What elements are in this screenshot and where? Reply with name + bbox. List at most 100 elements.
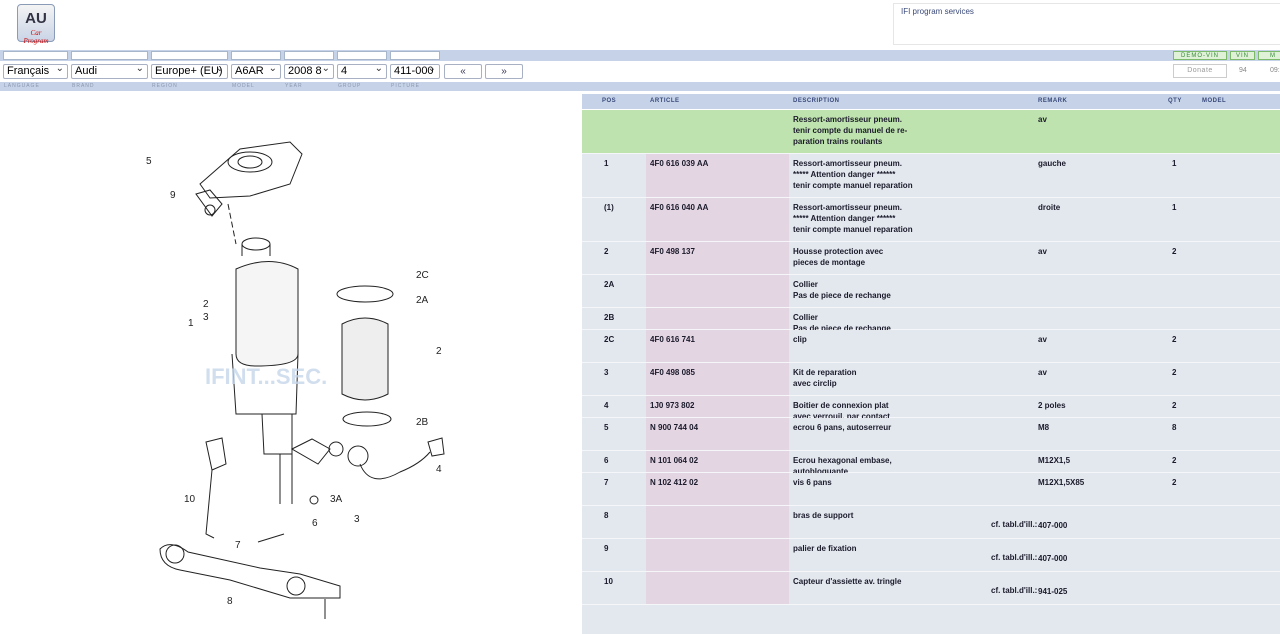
label-picture: PICTURE bbox=[391, 83, 420, 89]
remark-cell: droite bbox=[1038, 203, 1061, 212]
table-row[interactable]: 1 4F0 616 039 AA Ressort-amortisseur pneum… bbox=[582, 154, 1280, 198]
table-row[interactable]: 7 N 102 412 02 vis 6 pans M12X1,5X85 2 bbox=[582, 473, 1280, 506]
callout-5[interactable]: 5 bbox=[146, 156, 152, 167]
description-cell: Ressort-amortisseur pneum. ***** Attenti… bbox=[793, 203, 913, 234]
callout-2b[interactable]: 2B bbox=[416, 417, 429, 428]
article-number[interactable]: 4F0 616 040 AA bbox=[650, 202, 708, 213]
label-year: YEAR bbox=[285, 83, 303, 89]
table-row[interactable]: Ressort-amortisseur pneum. tenir compte … bbox=[582, 110, 1280, 154]
table-row[interactable]: 3 4F0 498 085 Kit de reparation avec circl… bbox=[582, 363, 1280, 396]
callout-3-left[interactable]: 3 bbox=[203, 312, 209, 323]
callout-2[interactable]: 2 bbox=[436, 346, 442, 357]
article-number[interactable]: 1J0 973 802 bbox=[650, 400, 695, 411]
callout-10[interactable]: 10 bbox=[184, 494, 196, 505]
callout-7[interactable]: 7 bbox=[235, 540, 241, 551]
cross-reference-label: cf. tabl.d'ill.: bbox=[991, 520, 1038, 529]
callout-6[interactable]: 6 bbox=[312, 518, 318, 529]
article-number[interactable]: 4F0 498 085 bbox=[650, 367, 695, 378]
remark-cell: 407-000 bbox=[1038, 521, 1068, 530]
article-number[interactable]: N 102 412 02 bbox=[650, 477, 698, 488]
qty-cell: 2 bbox=[1172, 247, 1177, 256]
parts-table-header: POS ARTICLE DESCRIPTION REMARK QTY MODEL bbox=[582, 94, 1280, 109]
callout-2c[interactable]: 2C bbox=[416, 270, 429, 281]
label-language: LANGUAGE bbox=[4, 83, 40, 89]
pos-cell: (1) bbox=[604, 203, 614, 212]
article-number[interactable]: 4F0 616 741 bbox=[650, 334, 695, 345]
qty-cell: 2 bbox=[1172, 456, 1177, 465]
pos-cell: 2C bbox=[604, 335, 615, 344]
language-select[interactable]: Français bbox=[3, 62, 68, 79]
article-cell[interactable] bbox=[646, 275, 789, 307]
description-cell: Housse protection avec pieces de montage bbox=[793, 247, 884, 267]
qty-cell: 1 bbox=[1172, 159, 1177, 168]
field-model-top[interactable] bbox=[231, 51, 281, 60]
table-row[interactable]: (1) 4F0 616 040 AA Ressort-amortisseur pne… bbox=[582, 198, 1280, 242]
region-select[interactable]: Europe+ (EU) bbox=[151, 62, 228, 79]
callout-4[interactable]: 4 bbox=[436, 464, 442, 475]
table-row[interactable]: 5 N 900 744 04 ecrou 6 pans, autoserreur M8… bbox=[582, 418, 1280, 451]
description-cell: Kit de reparation avec circlip bbox=[793, 368, 857, 388]
table-row[interactable]: 2 4F0 498 137 Housse protection avec piece… bbox=[582, 242, 1280, 275]
article-number[interactable]: 4F0 498 137 bbox=[650, 246, 695, 257]
callout-8[interactable]: 8 bbox=[227, 596, 233, 607]
field-year-top[interactable] bbox=[284, 51, 334, 60]
article-number[interactable]: 4F0 616 039 AA bbox=[650, 158, 708, 169]
article-cell[interactable] bbox=[646, 572, 789, 604]
callout-2a[interactable]: 2A bbox=[416, 295, 429, 306]
article-cell[interactable] bbox=[646, 110, 789, 153]
group-select[interactable]: 4 bbox=[337, 62, 387, 79]
field-group-top[interactable] bbox=[337, 51, 387, 60]
pos-cell: 2 bbox=[604, 247, 609, 256]
app-logo[interactable]: AU Car Program bbox=[17, 4, 55, 45]
label-bar bbox=[0, 82, 1280, 91]
vin-button[interactable]: VIN bbox=[1230, 51, 1255, 60]
header-description: DESCRIPTION bbox=[793, 98, 840, 104]
remark-cell: gauche bbox=[1038, 159, 1067, 168]
services-title[interactable]: IFI program services bbox=[901, 7, 974, 16]
field-brand-top[interactable] bbox=[71, 51, 148, 60]
picture-select[interactable]: 411-000 bbox=[390, 62, 440, 79]
cross-reference-label: cf. tabl.d'ill.: bbox=[991, 553, 1038, 562]
prev-picture-button[interactable]: « bbox=[444, 64, 482, 79]
brand-select[interactable]: Audi bbox=[71, 62, 148, 79]
demo-vin-button[interactable]: DEMO-VIN bbox=[1173, 51, 1227, 60]
callout-3[interactable]: 3 bbox=[354, 514, 360, 525]
table-row[interactable]: 2A Collier Pas de piece de rechange bbox=[582, 275, 1280, 308]
m-button[interactable]: M bbox=[1258, 51, 1280, 60]
cross-reference-label: cf. tabl.d'ill.: bbox=[991, 586, 1038, 595]
remark-cell: 941-025 bbox=[1038, 587, 1068, 596]
model-select[interactable]: A6AR bbox=[231, 62, 281, 79]
callout-3a[interactable]: 3A bbox=[330, 494, 343, 505]
header-remark: REMARK bbox=[1038, 98, 1068, 104]
article-cell[interactable] bbox=[646, 308, 789, 329]
qty-cell: 8 bbox=[1172, 423, 1177, 432]
remark-cell: 407-000 bbox=[1038, 554, 1068, 563]
next-picture-button[interactable]: » bbox=[485, 64, 523, 79]
table-row[interactable]: 4 1J0 973 802 Boitier de connexion plat av… bbox=[582, 396, 1280, 421]
donate-button[interactable]: Donate bbox=[1173, 64, 1227, 78]
remark-cell: av bbox=[1038, 247, 1047, 256]
callout-2-left[interactable]: 2 bbox=[203, 299, 209, 310]
table-row[interactable]: 8 bras de support 407-000 cf. tabl.d'ill.: bbox=[582, 506, 1280, 539]
article-number[interactable]: N 101 064 02 bbox=[650, 455, 698, 466]
table-row[interactable]: 2C 4F0 616 741 clip av 2 bbox=[582, 330, 1280, 363]
table-row[interactable]: 6N 101 064 02 Ecrou hexagonal embase, aut… bbox=[582, 451, 1280, 476]
qty-cell: 1 bbox=[1172, 203, 1177, 212]
label-region: REGION bbox=[152, 83, 178, 89]
qty-cell: 2 bbox=[1172, 401, 1177, 410]
field-picture-top[interactable] bbox=[390, 51, 440, 60]
table-row[interactable]: 9 palier de fixation 407-000 cf. tabl.d'ill… bbox=[582, 539, 1280, 572]
article-cell[interactable] bbox=[646, 506, 789, 538]
parts-table: Ressort-amortisseur pneum. tenir compte … bbox=[582, 110, 1280, 634]
article-cell[interactable] bbox=[646, 539, 789, 571]
year-select[interactable]: 2008 8 bbox=[284, 62, 334, 79]
callout-9[interactable]: 9 bbox=[170, 190, 176, 201]
table-row[interactable]: 2B Collier Pas de piece de rechange bbox=[582, 308, 1280, 333]
parts-diagram[interactable]: 5 9 1 2 3 2C 2A 2 2B 4 3A 3 6 10 7 8 IFI… bbox=[0, 94, 580, 634]
article-number[interactable]: N 900 744 04 bbox=[650, 422, 698, 433]
field-region-top[interactable] bbox=[151, 51, 228, 60]
callout-1[interactable]: 1 bbox=[188, 318, 194, 329]
remark-cell: 2 poles bbox=[1038, 401, 1066, 410]
table-row[interactable]: 10 Capteur d'assiette av. tringle 941-025 c… bbox=[582, 572, 1280, 605]
field-language-top[interactable] bbox=[3, 51, 68, 60]
